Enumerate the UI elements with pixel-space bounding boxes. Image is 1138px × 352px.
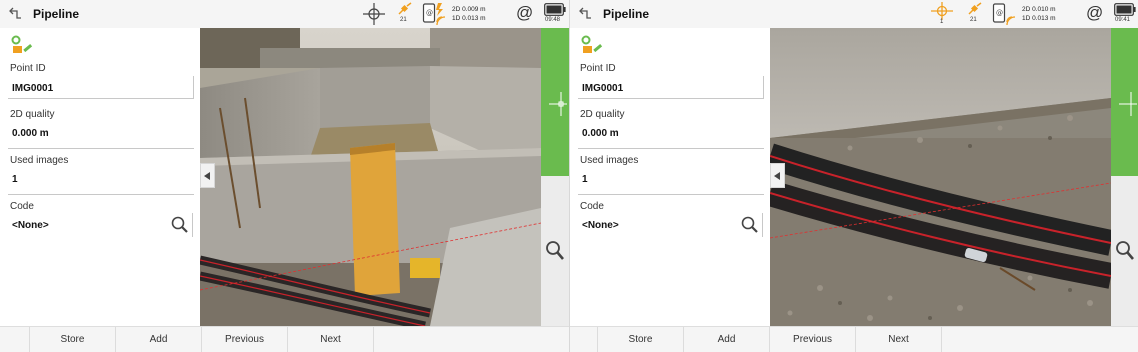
empty-toolbar-slot [373,327,547,352]
quality-label: 2D quality [580,109,625,120]
top-bar: Pipeline 21 @ 2D 0.009 m 1D 0.013 m @ 09… [0,0,569,28]
svg-text:@: @ [426,9,433,17]
precision-2d: 2D 0.009 m [452,6,486,13]
point-id-value: IMG0001 [582,83,624,94]
code-label: Code [580,201,604,212]
crosshair-icon[interactable] [362,2,386,26]
search-icon[interactable] [545,240,565,262]
bottom-toolbar: Store Add Previous Next [570,326,1138,352]
divider [8,148,194,149]
satellite-count: 21 [970,17,977,23]
collapse-panel-button[interactable] [200,163,215,188]
divider [578,194,764,195]
store-button[interactable]: Store [29,327,115,352]
receiver-link-icon[interactable]: @ [422,2,448,26]
point-form: Point ID IMG0001 2D quality 0.000 m Used… [570,28,770,326]
quality-value: 0.000 m [582,128,619,139]
used-images-value: 1 [12,174,18,185]
clock-time: 09:41 [1115,17,1131,23]
point-image-icon [11,35,33,53]
divider [8,194,194,195]
satellite-icon [398,2,412,15]
chevron-left-icon [774,172,780,180]
crosshair-icon [1119,92,1137,116]
next-button[interactable]: Next [287,327,373,352]
search-icon[interactable] [170,215,190,235]
used-images-value: 1 [582,174,588,185]
point-id-label: Point ID [580,63,616,74]
quality-value: 0.000 m [12,128,49,139]
crosshair-icon [931,2,953,20]
satellite-status[interactable]: 21 [395,2,417,26]
crosshair-count: 1 [940,19,944,25]
back-arrow-icon[interactable] [8,5,24,21]
add-button[interactable]: Add [115,327,201,352]
used-images-label: Used images [10,155,69,166]
battery-icon [1114,3,1136,16]
code-label: Code [10,201,34,212]
green-side-strip[interactable] [1111,28,1138,176]
bottom-toolbar: Store Add Previous Next [0,326,569,352]
divider [578,148,764,149]
divider [192,213,193,237]
satellite-icon [968,2,982,15]
search-icon[interactable] [1115,240,1135,262]
svg-text:@: @ [996,9,1003,17]
quality-label: 2D quality [10,109,55,120]
precision-1d: 1D 0.013 m [1022,15,1056,22]
page-title: Pipeline [603,7,650,21]
next-button[interactable]: Next [855,327,941,352]
page-title: Pipeline [33,7,80,21]
precision-1d: 1D 0.013 m [452,15,486,22]
at-sign-icon[interactable]: @ [1086,3,1104,27]
code-value[interactable]: <None> [12,220,49,231]
divider [762,213,763,237]
pipeline-panel-right: Pipeline 1 21 @ 2D 0.010 m 1D 0.013 m @ … [569,0,1138,352]
point-image-icon [581,35,603,53]
at-sign-icon[interactable]: @ [516,3,534,27]
point-id-label: Point ID [10,63,46,74]
top-bar: Pipeline 1 21 @ 2D 0.010 m 1D 0.013 m @ … [570,0,1138,28]
green-side-strip[interactable] [541,28,569,176]
precision-readout[interactable]: 2D 0.010 m 1D 0.013 m [1022,2,1072,26]
point-form: Point ID IMG0001 2D quality 0.000 m Used… [0,28,200,326]
precision-readout[interactable]: 2D 0.009 m 1D 0.013 m [452,2,502,26]
clock-time: 09:48 [545,17,561,23]
code-value[interactable]: <None> [582,220,619,231]
pipeline-panel-left: Pipeline 21 @ 2D 0.009 m 1D 0.013 m @ 09… [0,0,569,352]
crosshair-status[interactable]: 1 [930,2,956,26]
empty-toolbar-slot [941,327,1115,352]
chevron-left-icon [204,172,210,180]
collapse-panel-button[interactable] [770,163,785,188]
search-icon[interactable] [740,215,760,235]
previous-button[interactable]: Previous [769,327,855,352]
battery-icon [544,3,566,16]
satellite-count: 21 [400,17,407,23]
receiver-link-icon[interactable]: @ [992,2,1018,26]
used-images-label: Used images [580,155,639,166]
add-button[interactable]: Add [683,327,769,352]
precision-2d: 2D 0.010 m [1022,6,1056,13]
previous-button[interactable]: Previous [201,327,287,352]
zoomed-pipe-photo[interactable] [770,28,1111,326]
construction-photo[interactable] [200,28,541,326]
satellite-status[interactable]: 21 [965,2,987,26]
back-arrow-icon[interactable] [578,5,594,21]
battery-status[interactable]: 09:48 [543,2,567,26]
battery-status[interactable]: 09:41 [1113,2,1137,26]
store-button[interactable]: Store [597,327,683,352]
point-id-value: IMG0001 [12,83,54,94]
crosshair-icon [549,92,567,116]
